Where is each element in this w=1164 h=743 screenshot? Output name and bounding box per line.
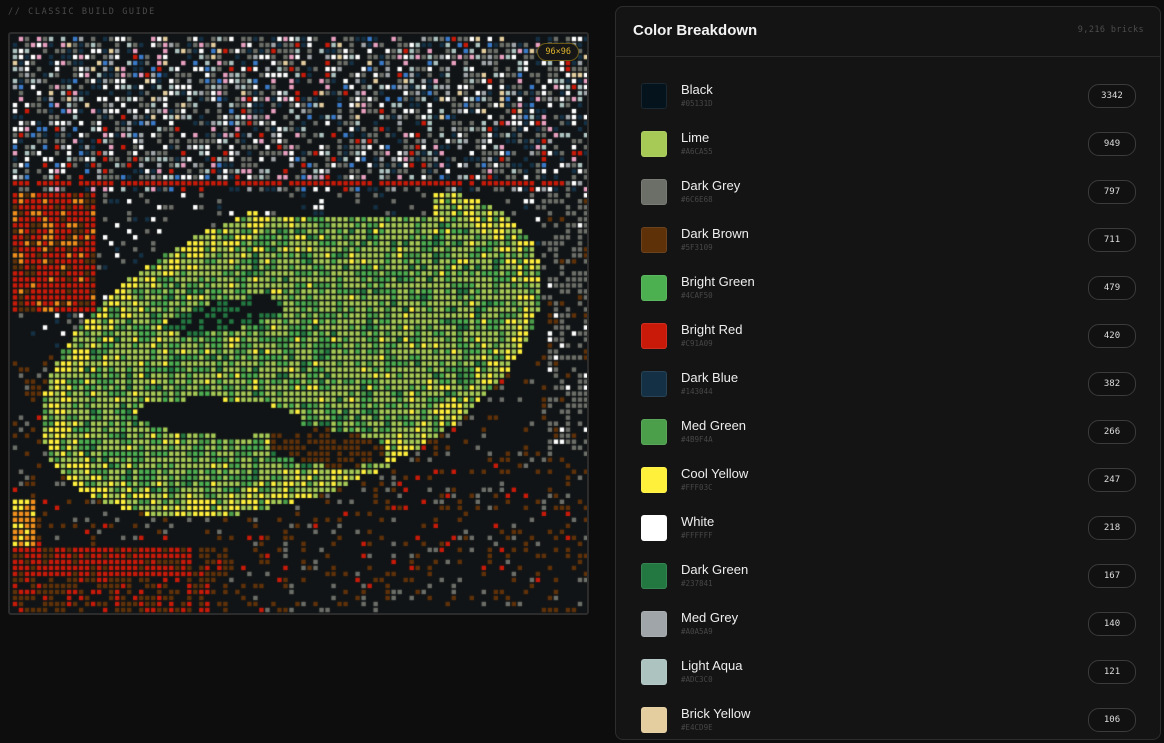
color-row[interactable]: Dark Blue #143044 382 bbox=[616, 362, 1160, 410]
color-name: White bbox=[681, 514, 715, 529]
brick-total: 9,216 bricks bbox=[1077, 25, 1144, 35]
color-breakdown-panel: Color Breakdown 9,216 bricks Black #05131… bbox=[615, 6, 1161, 740]
color-count-badge: 711 bbox=[1088, 228, 1136, 252]
color-name: Med Green bbox=[681, 418, 747, 433]
color-swatch bbox=[641, 515, 667, 541]
color-name: Black bbox=[681, 82, 713, 97]
color-count-badge: 140 bbox=[1088, 612, 1136, 636]
color-name: Bright Green bbox=[681, 274, 755, 289]
color-hex: #05131D bbox=[681, 99, 713, 108]
color-count-badge: 479 bbox=[1088, 276, 1136, 300]
color-row[interactable]: Bright Green #4CAF50 479 bbox=[616, 266, 1160, 314]
color-hex: #A0A5A9 bbox=[681, 627, 713, 636]
color-count-badge: 167 bbox=[1088, 564, 1136, 588]
color-swatch bbox=[641, 659, 667, 685]
color-name: Dark Grey bbox=[681, 178, 741, 193]
color-swatch bbox=[641, 323, 667, 349]
color-name: Cool Yellow bbox=[681, 466, 749, 481]
color-hex: #237841 bbox=[681, 579, 713, 588]
color-name: Dark Green bbox=[681, 562, 749, 577]
mosaic-preview[interactable] bbox=[12, 36, 587, 613]
color-hex: #E4CD9E bbox=[681, 723, 713, 732]
color-count-badge: 949 bbox=[1088, 132, 1136, 156]
color-row[interactable]: White #FFFFFF 218 bbox=[616, 506, 1160, 554]
color-hex: #A6CA55 bbox=[681, 147, 713, 156]
color-row[interactable]: Dark Brown #5F3109 711 bbox=[616, 218, 1160, 266]
color-count-badge: 121 bbox=[1088, 660, 1136, 684]
color-row[interactable]: Med Grey #A0A5A9 140 bbox=[616, 602, 1160, 650]
color-swatch bbox=[641, 83, 667, 109]
color-hex: #4B9F4A bbox=[681, 435, 713, 444]
color-swatch bbox=[641, 611, 667, 637]
color-count-badge: 3342 bbox=[1088, 84, 1136, 108]
color-name: Med Grey bbox=[681, 610, 739, 625]
color-swatch bbox=[641, 179, 667, 205]
color-swatch bbox=[641, 131, 667, 157]
panel-title: Color Breakdown bbox=[633, 22, 758, 39]
color-swatch bbox=[641, 707, 667, 733]
color-count-badge: 106 bbox=[1088, 708, 1136, 732]
color-count-badge: 797 bbox=[1088, 180, 1136, 204]
color-hex: #FFFFFF bbox=[681, 531, 713, 540]
color-name: Lime bbox=[681, 130, 710, 145]
color-hex: #5F3109 bbox=[681, 243, 713, 252]
color-name: Dark Brown bbox=[681, 226, 749, 241]
color-swatch bbox=[641, 275, 667, 301]
color-row[interactable]: Lime #A6CA55 949 bbox=[616, 122, 1160, 170]
color-name: Light Aqua bbox=[681, 658, 743, 673]
color-row[interactable]: Med Green #4B9F4A 266 bbox=[616, 410, 1160, 458]
mosaic-canvas-frame: 96×96 bbox=[8, 32, 589, 615]
color-name: Brick Yellow bbox=[681, 706, 751, 721]
color-name: Dark Blue bbox=[681, 370, 739, 385]
color-swatch bbox=[641, 419, 667, 445]
color-hex: #ADC3C0 bbox=[681, 675, 713, 684]
color-row[interactable]: Dark Green #237841 167 bbox=[616, 554, 1160, 602]
color-row[interactable]: Dark Grey #6C6E68 797 bbox=[616, 170, 1160, 218]
color-row[interactable]: Cool Yellow #FFF03C 247 bbox=[616, 458, 1160, 506]
color-row[interactable]: Bright Red #C91A09 420 bbox=[616, 314, 1160, 362]
color-swatch bbox=[641, 467, 667, 493]
color-hex: #4CAF50 bbox=[681, 291, 713, 300]
color-name: Bright Red bbox=[681, 322, 743, 337]
color-count-badge: 420 bbox=[1088, 324, 1136, 348]
color-hex: #FFF03C bbox=[681, 483, 713, 492]
color-count-badge: 266 bbox=[1088, 420, 1136, 444]
guide-label: // CLASSIC BUILD GUIDE bbox=[8, 7, 156, 17]
color-count-badge: 247 bbox=[1088, 468, 1136, 492]
panel-header: Color Breakdown 9,216 bricks bbox=[616, 7, 1160, 57]
color-row[interactable]: Black #05131D 3342 bbox=[616, 74, 1160, 122]
color-hex: #143044 bbox=[681, 387, 713, 396]
color-row[interactable]: Brick Yellow #E4CD9E 106 bbox=[616, 698, 1160, 739]
grid-size-badge: 96×96 bbox=[537, 43, 579, 61]
color-hex: #C91A09 bbox=[681, 339, 713, 348]
color-count-badge: 382 bbox=[1088, 372, 1136, 396]
color-swatch bbox=[641, 563, 667, 589]
color-swatch bbox=[641, 371, 667, 397]
color-swatch bbox=[641, 227, 667, 253]
color-row[interactable]: Light Aqua #ADC3C0 121 bbox=[616, 650, 1160, 698]
color-hex: #6C6E68 bbox=[681, 195, 713, 204]
color-count-badge: 218 bbox=[1088, 516, 1136, 540]
